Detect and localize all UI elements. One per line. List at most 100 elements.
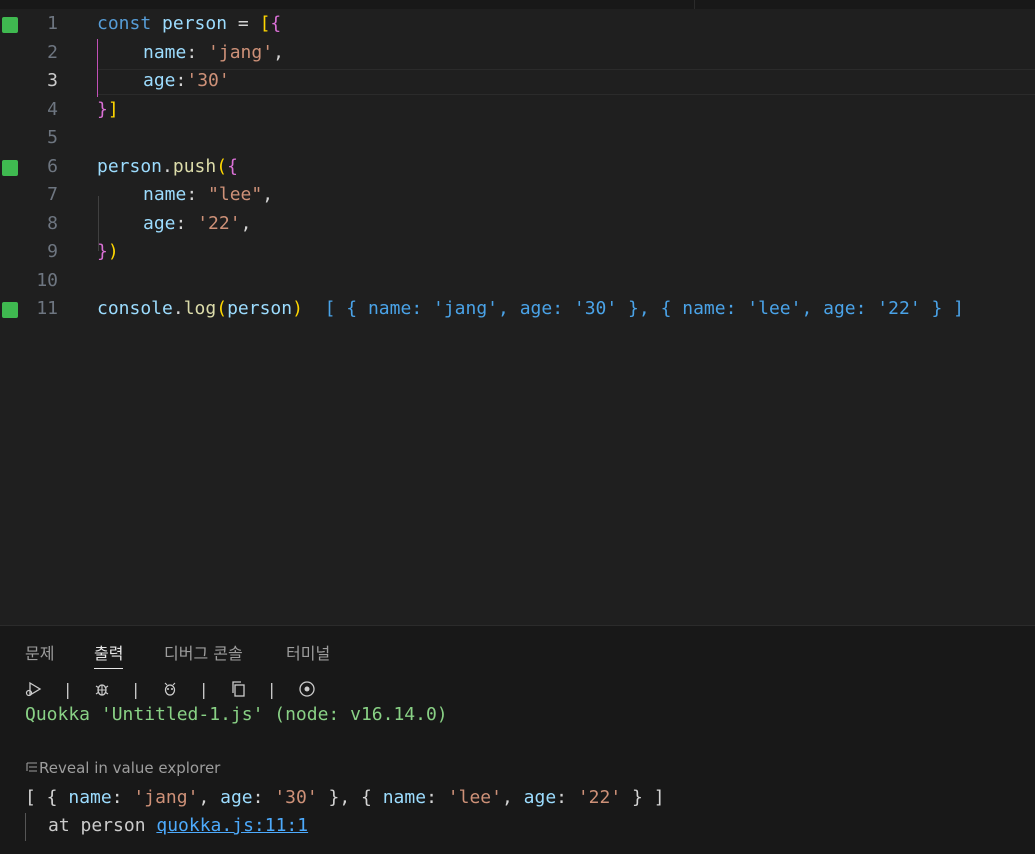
output-group-bar xyxy=(25,813,26,841)
debug-icon[interactable] xyxy=(93,680,111,698)
console-log-result: [ { name: 'jang', age: '30' }, { name: '… xyxy=(25,787,665,808)
line-number: 10 xyxy=(36,269,58,291)
string: '30' xyxy=(274,787,318,808)
source-prefix: at person xyxy=(48,815,157,836)
source-location: at person quokka.js:11:1 xyxy=(48,815,308,836)
property: name xyxy=(143,184,187,205)
run-icon[interactable] xyxy=(25,680,43,698)
bracket: ( xyxy=(216,155,228,177)
function-name: log xyxy=(183,298,217,319)
bracket: ) xyxy=(292,298,303,319)
property: age xyxy=(220,787,253,808)
string: '22' xyxy=(197,212,241,234)
bug-icon[interactable] xyxy=(161,680,179,698)
code-line-9: 9 }) xyxy=(0,238,1035,267)
tab-output[interactable]: 출력 xyxy=(94,640,124,669)
bracket: ] xyxy=(107,98,119,120)
property: age xyxy=(523,787,557,808)
code-editor[interactable]: 1 const person = [{ 2 name: 'jang', 3 ag… xyxy=(0,10,1035,625)
tab-problems[interactable]: 문제 xyxy=(25,640,54,664)
punctuation: , xyxy=(262,184,274,205)
line-number: 6 xyxy=(47,155,58,177)
punctuation: , xyxy=(240,212,252,234)
line-number: 4 xyxy=(47,98,58,120)
punctuation: [ { xyxy=(25,787,69,808)
punctuation: , xyxy=(501,787,524,808)
tab-debug-console[interactable]: 디버그 콘솔 xyxy=(164,640,243,664)
code-line-6: 6 person.push({ xyxy=(0,153,1035,182)
punctuation: : xyxy=(175,212,198,234)
quokka-coverage-marker xyxy=(2,17,18,33)
property: name xyxy=(382,787,427,808)
copy-icon[interactable] xyxy=(229,680,247,698)
punctuation: : xyxy=(556,787,578,808)
string: 'jang' xyxy=(208,41,274,63)
identifier: console xyxy=(97,298,173,319)
string: 'lee' xyxy=(447,787,502,808)
code-line-5: 5 xyxy=(0,124,1035,153)
string: "lee" xyxy=(208,184,263,205)
punctuation: : xyxy=(175,70,187,91)
line-number: 7 xyxy=(47,184,58,205)
code-text: age: '22', xyxy=(143,210,251,239)
bracket: { xyxy=(227,155,238,177)
punctuation: : xyxy=(186,184,209,205)
list-tree-icon xyxy=(25,761,39,779)
toolbar-separator: | xyxy=(201,680,207,699)
property: name xyxy=(68,787,112,808)
identifier: person xyxy=(97,155,163,177)
tab-divider xyxy=(694,0,695,9)
output-panel: 문제 출력 디버그 콘솔 터미널 | | | | Quokka 'Untitle… xyxy=(0,625,1035,854)
code-text: age:'30' xyxy=(143,67,230,96)
punctuation: : xyxy=(426,787,448,808)
identifier: person xyxy=(227,298,293,319)
reveal-in-value-explorer[interactable]: Reveal in value explorer xyxy=(25,759,220,779)
keyword: const xyxy=(97,13,152,34)
punctuation: . xyxy=(162,155,173,177)
bracket: { xyxy=(270,13,282,34)
punctuation: } ] xyxy=(621,787,665,808)
punctuation: : xyxy=(252,787,275,808)
code-text: console.log(person) [ { name: 'jang', ag… xyxy=(97,295,964,324)
tab-terminal[interactable]: 터미널 xyxy=(286,640,330,664)
string: '22' xyxy=(577,787,622,808)
reveal-label: Reveal in value explorer xyxy=(39,759,221,777)
quokka-inline-output[interactable]: [ { name: 'jang', age: '30' }, { name: '… xyxy=(325,298,964,319)
code-text: }) xyxy=(97,238,119,267)
quokka-coverage-marker xyxy=(2,159,18,176)
record-icon[interactable] xyxy=(298,680,316,698)
string: 'jang' xyxy=(133,787,199,808)
punctuation: , xyxy=(273,41,284,63)
bracket: [ xyxy=(259,13,271,34)
code-line-7: 7 name: "lee", xyxy=(0,181,1035,210)
code-line-8: 8 age: '22', xyxy=(0,210,1035,239)
quokka-run-header: Quokka 'Untitled-1.js' (node: v16.14.0) xyxy=(25,704,448,725)
line-number: 5 xyxy=(47,127,58,148)
source-link[interactable]: quokka.js:11:1 xyxy=(156,815,308,836)
punctuation: : xyxy=(111,787,134,808)
bracket: } xyxy=(97,241,108,262)
code-line-11: 11 console.log(person) [ { name: 'jang',… xyxy=(0,295,1035,324)
line-number: 8 xyxy=(47,212,58,234)
property: name xyxy=(143,41,187,63)
bracket: } xyxy=(97,98,108,120)
toolbar-separator: | xyxy=(65,680,71,699)
bracket: ) xyxy=(107,241,119,262)
line-number: 2 xyxy=(47,41,58,63)
string: '30' xyxy=(186,70,230,91)
punctuation: }, { xyxy=(317,787,383,808)
toolbar-separator: | xyxy=(269,680,275,699)
code-text: person.push({ xyxy=(97,153,238,182)
line-number: 11 xyxy=(36,298,58,319)
operator: = xyxy=(227,13,260,34)
function-name: push xyxy=(172,155,217,177)
bracket: ( xyxy=(216,298,228,319)
line-number: 3 xyxy=(47,70,58,91)
code-line-10: 10 xyxy=(0,267,1035,296)
code-text: }] xyxy=(97,96,119,125)
identifier: person xyxy=(162,13,228,34)
code-text: name: "lee", xyxy=(143,181,273,210)
editor-tab-bar xyxy=(0,0,1035,9)
punctuation: . xyxy=(172,298,184,319)
line-number: 1 xyxy=(47,13,58,34)
